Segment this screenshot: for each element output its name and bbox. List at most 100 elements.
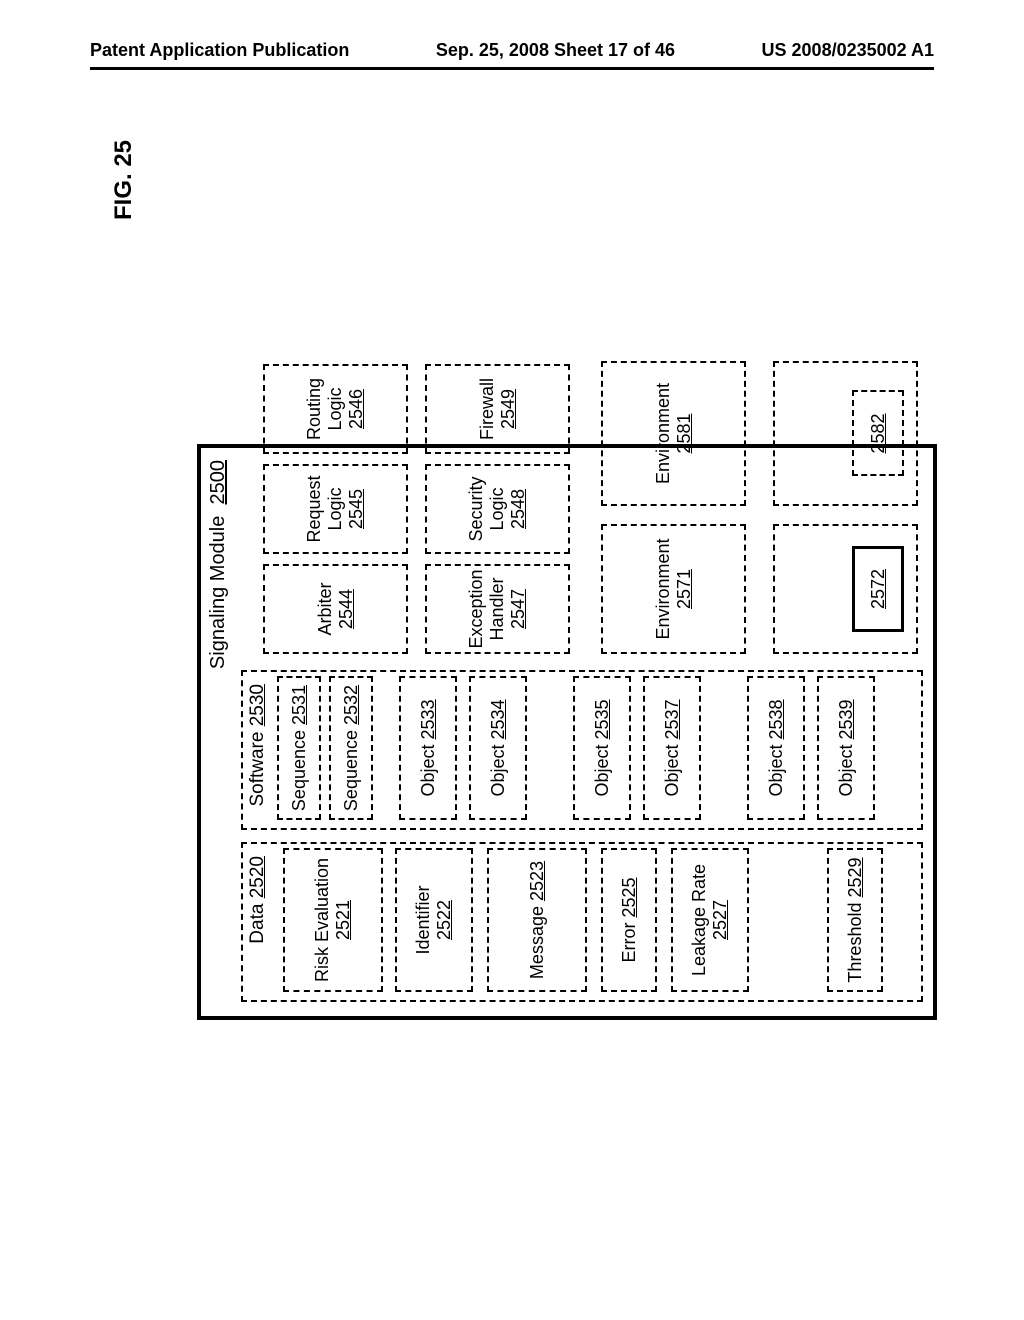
software-column-title: Software 2530 [243,678,269,807]
data-column-ref: 2520 [247,856,268,898]
data-column-title: Data 2520 [243,850,269,944]
error-box: Error 2525 [601,848,657,992]
object-2534-box: Object 2534 [469,676,527,820]
object-2538-line: Object 2538 [766,699,787,796]
environment-2571-ref: 2571 [674,569,695,609]
object-2538-ref: 2538 [766,699,786,739]
sequence-2532-line: Sequence 2532 [341,685,362,811]
environment-2571-box: Environment 2571 [601,524,746,654]
arbiter-ref: 2544 [336,589,357,629]
sequence-2531-box: Sequence 2531 [277,676,321,820]
header-left: Patent Application Publication [90,40,349,61]
signaling-module-label: Signaling Module [207,516,229,669]
object-2539-ref: 2539 [836,699,856,739]
figure-label: FIG. 25 [110,140,138,220]
box-2572-ref: 2572 [868,569,889,609]
object-2539-label: Object [836,745,856,797]
leakage-rate-box: Leakage Rate 2527 [671,848,749,992]
identifier-box: Identifier 2522 [395,848,473,992]
environment-2581-box: Environment 2581 [601,361,746,506]
threshold-ref: 2529 [845,857,865,897]
routing-logic-label: Routing Logic [304,366,346,452]
object-2537-label: Object [662,745,682,797]
request-logic-label: Request Logic [304,466,346,552]
object-2535-line: Object 2535 [592,699,613,796]
arbiter-box: Arbiter 2544 [263,564,408,654]
threshold-label: Threshold [845,903,865,983]
routing-logic-box: Routing Logic 2546 [263,364,408,454]
risk-evaluation-label: Risk Evaluation [312,858,333,982]
security-logic-box: Security Logic 2548 [425,464,570,554]
routing-logic-ref: 2546 [346,389,367,429]
risk-evaluation-ref: 2521 [333,900,354,940]
sequence-2531-ref: 2531 [289,685,309,725]
error-label-line: Error 2525 [619,877,640,962]
message-label-line: Message 2523 [527,861,548,979]
software-column-label: Software [247,732,268,807]
sequence-2531-line: Sequence 2531 [289,685,310,811]
exception-handler-label: Exception Handler [466,565,508,652]
object-2538-label: Object [766,745,786,797]
environment-2581-label: Environment [653,383,674,484]
container-2572-outer: 2572 [773,524,918,654]
object-2535-ref: 2535 [592,699,612,739]
error-label: Error [619,923,639,963]
software-column: Software 2530 Sequence 2531 Sequence 253… [241,670,923,830]
object-2538-box: Object 2538 [747,676,805,820]
signaling-module-title: Signaling Module 2500 [207,460,230,669]
object-2537-line: Object 2537 [662,699,683,796]
header-right: US 2008/0235002 A1 [762,40,934,61]
object-2534-label: Object [488,745,508,797]
object-2537-box: Object 2537 [643,676,701,820]
leakage-rate-ref: 2527 [710,900,731,940]
page-header: Patent Application Publication Sep. 25, … [90,40,934,70]
environment-2571-label: Environment [653,538,674,639]
message-ref: 2523 [527,861,547,901]
risk-evaluation-box: Risk Evaluation 2521 [283,848,383,992]
object-2533-box: Object 2533 [399,676,457,820]
exception-handler-ref: 2547 [508,589,529,629]
firewall-ref: 2549 [498,389,519,429]
software-column-ref: 2530 [247,684,268,726]
message-label: Message [527,906,547,979]
security-logic-ref: 2548 [508,489,529,529]
message-box: Message 2523 [487,848,587,992]
object-2539-box: Object 2539 [817,676,875,820]
exception-handler-box: Exception Handler 2547 [425,564,570,654]
object-2533-line: Object 2533 [418,699,439,796]
sequence-2532-box: Sequence 2532 [329,676,373,820]
signaling-module-ref: 2500 [207,460,229,505]
data-column-label: Data [247,904,268,944]
request-logic-ref: 2545 [346,489,367,529]
firewall-box: Firewall 2549 [425,364,570,454]
object-2535-box: Object 2535 [573,676,631,820]
signaling-module-box: Signaling Module 2500 Data 2520 Risk Eva… [197,444,937,1020]
request-logic-box: Request Logic 2545 [263,464,408,554]
identifier-ref: 2522 [434,900,455,940]
header-center: Sep. 25, 2008 Sheet 17 of 46 [436,40,675,61]
object-2535-label: Object [592,745,612,797]
sequence-2531-label: Sequence [289,730,309,811]
security-logic-label: Security Logic [466,466,508,552]
arbiter-label: Arbiter [315,583,336,636]
container-2582-outer: 2582 [773,361,918,506]
object-2533-ref: 2533 [418,699,438,739]
object-2534-ref: 2534 [488,699,508,739]
identifier-label: Identifier [413,885,434,954]
box-2582: 2582 [852,391,904,477]
object-2537-ref: 2537 [662,699,682,739]
object-2539-line: Object 2539 [836,699,857,796]
threshold-box: Threshold 2529 [827,848,883,992]
threshold-label-line: Threshold 2529 [845,857,866,982]
object-2533-label: Object [418,745,438,797]
object-2534-line: Object 2534 [488,699,509,796]
leakage-rate-label: Leakage Rate [689,864,710,976]
firewall-label: Firewall [477,378,498,440]
data-column: Data 2520 Risk Evaluation 2521 Identifie… [241,842,923,1002]
sequence-2532-label: Sequence [341,730,361,811]
box-2582-ref: 2582 [868,413,889,453]
box-2572: 2572 [852,546,904,632]
page: Patent Application Publication Sep. 25, … [0,0,1024,1320]
error-ref: 2525 [619,877,639,917]
sequence-2532-ref: 2532 [341,685,361,725]
